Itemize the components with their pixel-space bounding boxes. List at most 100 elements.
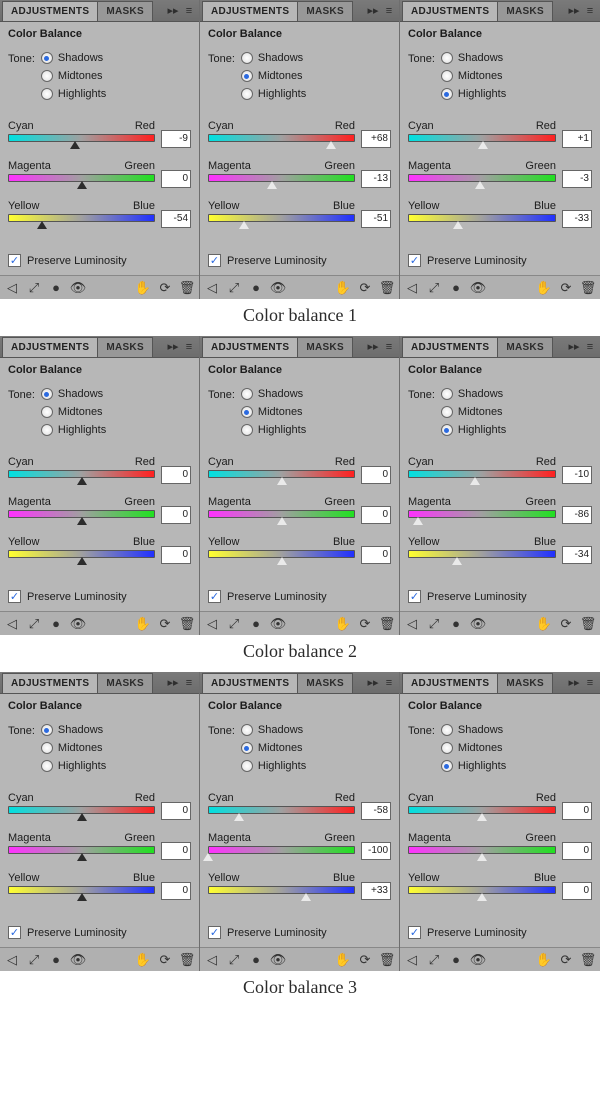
tab-masks[interactable]: MASKS [297, 337, 353, 357]
magenta-green-slider[interactable] [8, 846, 155, 860]
magenta-green-thumb[interactable] [77, 853, 87, 861]
radio-highlights[interactable] [41, 760, 53, 772]
tab-adjustments[interactable]: ADJUSTMENTS [2, 1, 98, 21]
tab-masks[interactable]: MASKS [497, 673, 553, 693]
tone-option-shadows[interactable]: Shadows [241, 52, 306, 64]
cyan-red-slider[interactable] [408, 470, 556, 484]
tab-masks[interactable]: MASKS [497, 1, 553, 21]
tab-masks[interactable]: MASKS [297, 673, 353, 693]
back-icon[interactable]: ◁ [204, 952, 220, 968]
reset-icon[interactable]: ⟳ [157, 952, 173, 968]
magenta-green-thumb[interactable] [77, 517, 87, 525]
tab-masks[interactable]: MASKS [97, 1, 153, 21]
collapse-icon[interactable]: ▸▸ [367, 341, 379, 353]
cyan-red-slider[interactable] [8, 806, 155, 820]
yellow-blue-thumb[interactable] [37, 221, 47, 229]
expand-icon[interactable]: ⤢ [226, 280, 242, 296]
tab-adjustments[interactable]: ADJUSTMENTS [202, 337, 298, 357]
trash-icon[interactable]: 🗑 [179, 616, 195, 632]
back-icon[interactable]: ◁ [4, 616, 20, 632]
tone-option-midtones[interactable]: Midtones [441, 70, 506, 82]
tone-option-shadows[interactable]: Shadows [241, 388, 306, 400]
drop-icon[interactable]: ● [48, 616, 64, 632]
cyan-red-value[interactable]: 0 [161, 802, 191, 820]
expand-icon[interactable]: ⤢ [26, 616, 42, 632]
yellow-blue-slider[interactable] [208, 886, 355, 900]
reset-icon[interactable]: ⟳ [157, 616, 173, 632]
yellow-blue-slider[interactable] [408, 886, 556, 900]
trash-icon[interactable]: 🗑 [580, 280, 596, 296]
cyan-red-slider[interactable] [208, 134, 355, 148]
hand-icon[interactable]: ✋ [335, 280, 351, 296]
magenta-green-slider[interactable] [208, 510, 355, 524]
tab-adjustments[interactable]: ADJUSTMENTS [402, 673, 498, 693]
cyan-red-value[interactable]: +1 [562, 130, 592, 148]
hand-icon[interactable]: ✋ [335, 616, 351, 632]
reset-icon[interactable]: ⟳ [357, 616, 373, 632]
preserve-luminosity[interactable]: ✓Preserve Luminosity [408, 926, 592, 939]
magenta-green-slider[interactable] [8, 510, 155, 524]
collapse-icon[interactable]: ▸▸ [568, 5, 580, 17]
reset-icon[interactable]: ⟳ [558, 280, 574, 296]
radio-midtones[interactable] [241, 406, 253, 418]
radio-shadows[interactable] [241, 52, 253, 64]
yellow-blue-slider[interactable] [208, 550, 355, 564]
drop-icon[interactable]: ● [248, 952, 264, 968]
drop-icon[interactable]: ● [448, 280, 464, 296]
hand-icon[interactable]: ✋ [135, 616, 151, 632]
magenta-green-value[interactable]: 0 [161, 842, 191, 860]
collapse-icon[interactable]: ▸▸ [568, 341, 580, 353]
preserve-luminosity[interactable]: ✓Preserve Luminosity [408, 590, 592, 603]
drop-icon[interactable]: ● [48, 280, 64, 296]
tone-option-shadows[interactable]: Shadows [441, 52, 506, 64]
radio-highlights[interactable] [41, 88, 53, 100]
expand-icon[interactable]: ⤢ [426, 616, 442, 632]
radio-highlights[interactable] [241, 760, 253, 772]
magenta-green-value[interactable]: 0 [161, 506, 191, 524]
reset-icon[interactable]: ⟳ [157, 280, 173, 296]
radio-highlights[interactable] [441, 760, 453, 772]
tone-option-highlights[interactable]: Highlights [241, 88, 306, 100]
trash-icon[interactable]: 🗑 [379, 280, 395, 296]
radio-midtones[interactable] [41, 406, 53, 418]
radio-midtones[interactable] [41, 742, 53, 754]
cyan-red-value[interactable]: 0 [562, 802, 592, 820]
cyan-red-slider[interactable] [8, 470, 155, 484]
cyan-red-value[interactable]: 0 [161, 466, 191, 484]
tab-masks[interactable]: MASKS [97, 673, 153, 693]
tone-option-highlights[interactable]: Highlights [441, 760, 506, 772]
reset-icon[interactable]: ⟳ [357, 280, 373, 296]
tone-option-highlights[interactable]: Highlights [241, 424, 306, 436]
magenta-green-thumb[interactable] [413, 517, 423, 525]
panel-menu-icon[interactable]: ≡ [183, 5, 195, 17]
magenta-green-slider[interactable] [8, 174, 155, 188]
back-icon[interactable]: ◁ [204, 616, 220, 632]
hand-icon[interactable]: ✋ [536, 952, 552, 968]
yellow-blue-thumb[interactable] [277, 557, 287, 565]
yellow-blue-slider[interactable] [8, 886, 155, 900]
radio-shadows[interactable] [41, 388, 53, 400]
yellow-blue-thumb[interactable] [239, 221, 249, 229]
cyan-red-value[interactable]: -10 [562, 466, 592, 484]
cyan-red-slider[interactable] [408, 134, 556, 148]
magenta-green-slider[interactable] [408, 846, 556, 860]
cyan-red-thumb[interactable] [234, 813, 244, 821]
cyan-red-slider[interactable] [208, 806, 355, 820]
yellow-blue-thumb[interactable] [477, 893, 487, 901]
yellow-blue-value[interactable]: -33 [562, 210, 592, 228]
yellow-blue-value[interactable]: +33 [361, 882, 391, 900]
radio-shadows[interactable] [41, 724, 53, 736]
visibility-icon[interactable]: 👁 [470, 616, 486, 632]
cyan-red-thumb[interactable] [77, 477, 87, 485]
tone-option-shadows[interactable]: Shadows [241, 724, 306, 736]
radio-shadows[interactable] [441, 388, 453, 400]
magenta-green-slider[interactable] [408, 174, 556, 188]
yellow-blue-value[interactable]: -51 [361, 210, 391, 228]
yellow-blue-slider[interactable] [8, 550, 155, 564]
cyan-red-value[interactable]: +68 [361, 130, 391, 148]
tone-option-highlights[interactable]: Highlights [441, 424, 506, 436]
preserve-checkbox[interactable]: ✓ [408, 254, 421, 267]
tone-option-shadows[interactable]: Shadows [41, 52, 106, 64]
preserve-checkbox[interactable]: ✓ [208, 590, 221, 603]
radio-highlights[interactable] [241, 88, 253, 100]
